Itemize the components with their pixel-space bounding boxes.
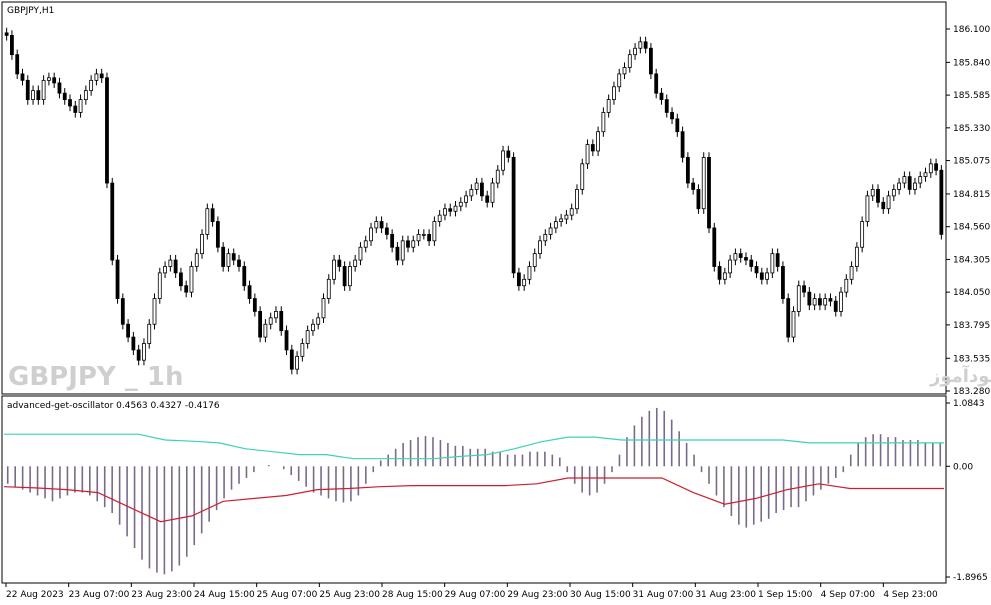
time-axis: 22 Aug 2023 23 Aug 07:00 23 Aug 23:00 24 Au… bbox=[5, 583, 938, 600]
time-tick-label: 1 Sep 15:00 bbox=[758, 590, 813, 600]
oscillator-tick-label: -1.8965 bbox=[953, 573, 988, 583]
watermark-right: انتشار در سایت سودآموز bbox=[929, 364, 991, 387]
time-tick-label: 29 Aug 23:00 bbox=[507, 590, 568, 600]
price-tick-label: 185.840 bbox=[953, 58, 990, 68]
price-tick-label: 184.560 bbox=[953, 223, 990, 233]
time-tick-label: 24 Aug 15:00 bbox=[194, 590, 255, 600]
candle bbox=[707, 152, 711, 234]
candle bbox=[120, 293, 125, 330]
candle bbox=[701, 152, 706, 214]
watermark-left: GBPJPY _ 1h bbox=[8, 362, 183, 392]
candle bbox=[110, 177, 115, 266]
candle bbox=[258, 306, 263, 343]
candle bbox=[712, 222, 717, 272]
candle bbox=[115, 254, 120, 304]
time-tick-label: 31 Aug 07:00 bbox=[633, 590, 694, 600]
time-tick-label: 23 Aug 23:00 bbox=[131, 590, 192, 600]
indicator-title: advanced-get-oscillator 0.4563 0.4327 -0… bbox=[7, 401, 220, 411]
price-tick-label: 185.075 bbox=[953, 157, 990, 167]
price-tick-label: 185.330 bbox=[953, 124, 990, 134]
candle bbox=[157, 267, 162, 304]
candle bbox=[791, 306, 796, 343]
candle bbox=[680, 126, 685, 163]
candle bbox=[580, 158, 585, 195]
candle bbox=[189, 261, 194, 298]
time-tick-label: 22 Aug 2023 bbox=[6, 590, 64, 600]
price-tick-label: 183.280 bbox=[953, 387, 990, 397]
candle bbox=[786, 293, 791, 343]
candle bbox=[215, 216, 220, 253]
candle bbox=[685, 152, 690, 189]
candle bbox=[939, 165, 944, 240]
candle bbox=[860, 216, 865, 253]
price-tick-label: 184.815 bbox=[953, 190, 990, 200]
oscillator-tick-label: 0.00 bbox=[953, 462, 973, 472]
time-tick-label: 28 Aug 15:00 bbox=[382, 590, 443, 600]
candle bbox=[205, 203, 210, 240]
price-pane[interactable] bbox=[1, 1, 947, 395]
chart-area: GBPJPY,H1 advanced-get-oscillator 0.4563… bbox=[1, 1, 991, 600]
time-tick-label: 29 Aug 07:00 bbox=[445, 590, 506, 600]
indicator-pane[interactable] bbox=[1, 395, 947, 584]
candle bbox=[511, 152, 516, 279]
candle bbox=[649, 43, 653, 80]
time-tick-label: 4 Sep 23:00 bbox=[883, 590, 938, 600]
time-tick-label: 4 Sep 07:00 bbox=[821, 590, 876, 600]
time-tick-label: 30 Aug 15:00 bbox=[570, 590, 631, 600]
candle bbox=[865, 190, 870, 227]
time-tick-label: 25 Aug 07:00 bbox=[257, 590, 318, 600]
price-axis: 186.100 185.840 185.585 185.330 185.075 184.8… bbox=[946, 25, 990, 397]
time-tick-label: 31 Aug 23:00 bbox=[695, 590, 756, 600]
price-tick-label: 183.795 bbox=[953, 321, 990, 331]
oscillator-axis: 1.0843 0.00 -1.8965 bbox=[946, 399, 988, 583]
price-tick-label: 185.585 bbox=[953, 91, 990, 101]
symbol-title: GBPJPY,H1 bbox=[7, 6, 54, 16]
price-tick-label: 183.535 bbox=[953, 354, 990, 364]
candle bbox=[105, 72, 109, 189]
candle bbox=[796, 280, 801, 317]
price-tick-label: 184.050 bbox=[953, 288, 990, 298]
price-tick-label: 184.305 bbox=[953, 255, 990, 265]
price-tick-label: 186.100 bbox=[953, 25, 990, 35]
oscillator-tick-label: 1.0843 bbox=[953, 399, 985, 409]
candle bbox=[152, 293, 157, 330]
time-tick-label: 23 Aug 07:00 bbox=[69, 590, 130, 600]
candle bbox=[781, 261, 785, 304]
time-tick-label: 25 Aug 23:00 bbox=[319, 590, 380, 600]
